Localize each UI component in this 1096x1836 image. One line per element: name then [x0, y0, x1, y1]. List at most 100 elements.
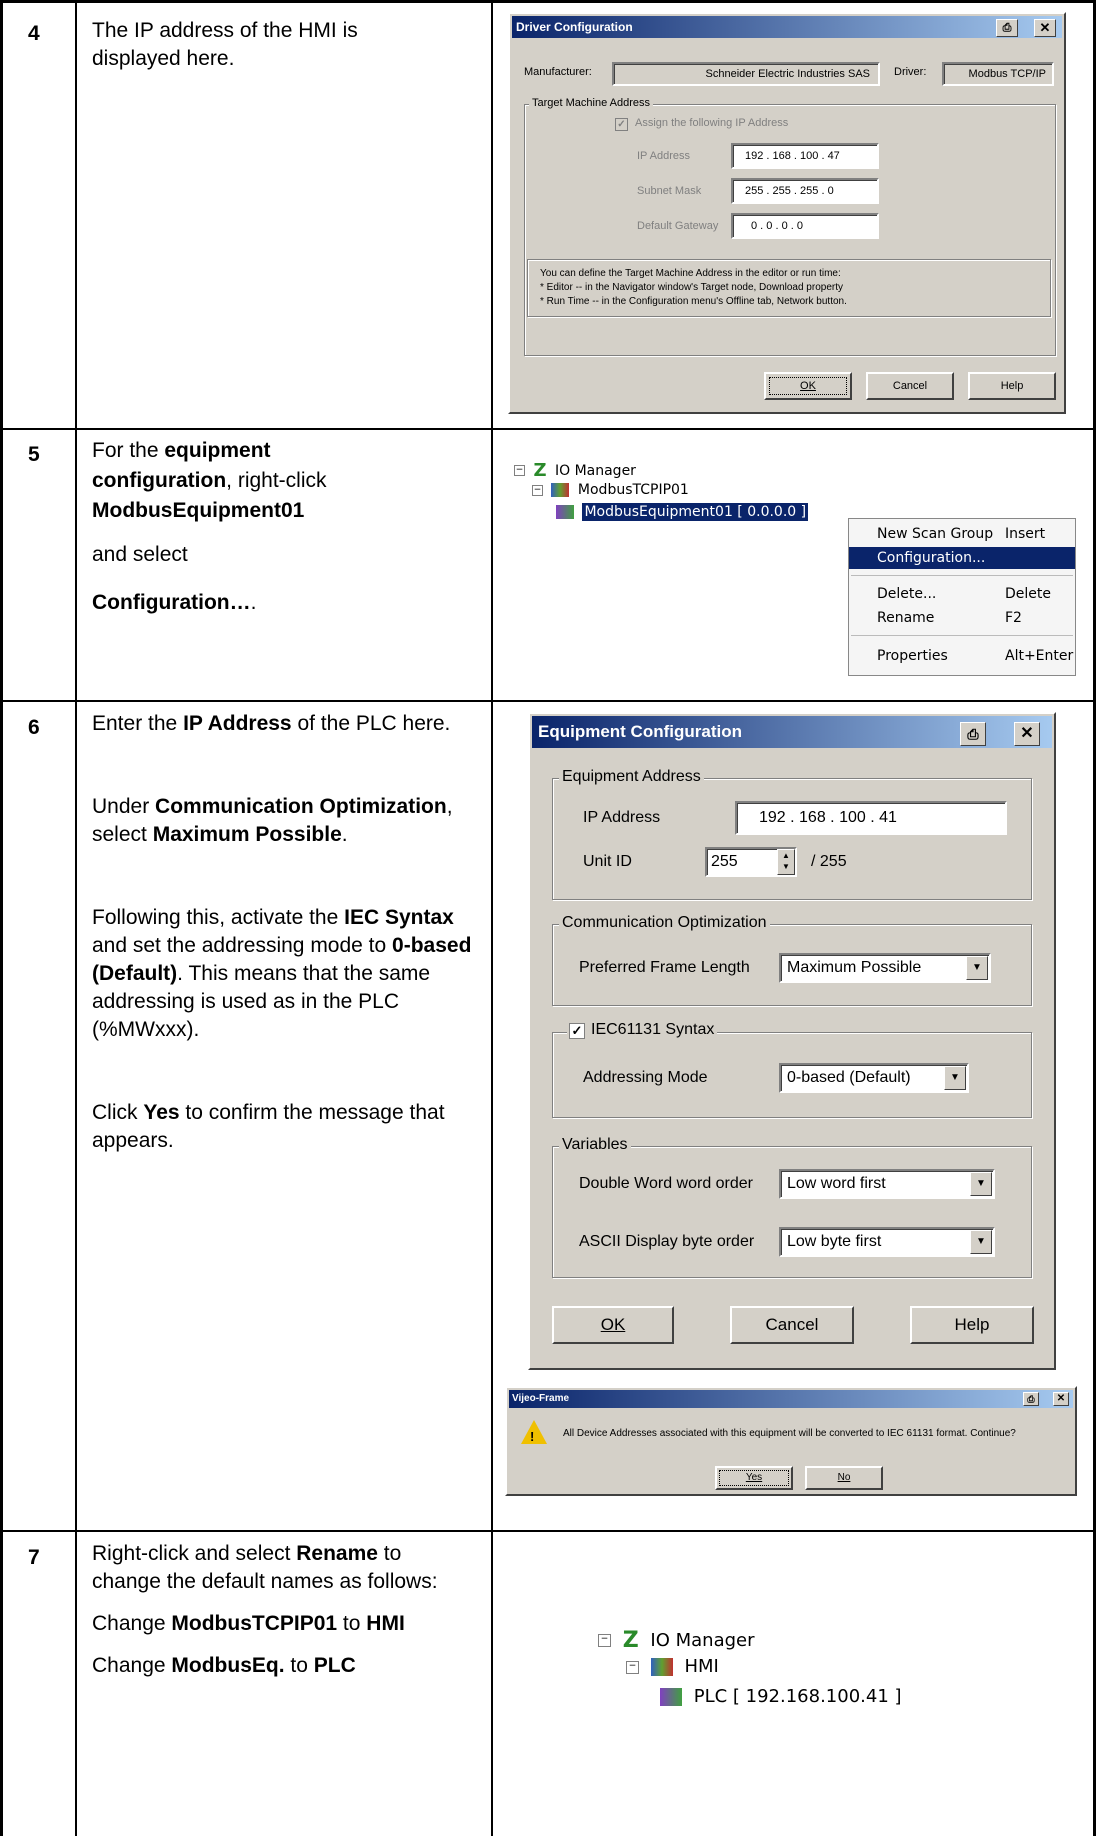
bold-text: Maximum Possible [152, 823, 342, 846]
bold-text: IEC Syntax [344, 906, 454, 929]
menu-item-label: New Scan Group [877, 526, 994, 542]
chevron-down-icon[interactable]: ▼ [944, 1066, 966, 1090]
cancel-button[interactable]: Cancel [730, 1306, 854, 1344]
ip-address-label: IP Address [583, 809, 661, 826]
close-icon[interactable]: ✕ [1053, 1392, 1069, 1406]
iec-syntax-checkbox[interactable]: ✓ [569, 1023, 585, 1039]
ip-address-field[interactable]: 192 . 168 . 100 . 47 [731, 143, 879, 169]
close-icon[interactable]: ✕ [1034, 19, 1056, 37]
collapse-icon[interactable]: − [532, 484, 543, 496]
close-icon[interactable]: ✕ [1014, 722, 1040, 746]
print-icon[interactable]: ⎙ [960, 722, 986, 746]
tree-node-label-selected: ModbusEquipment01 [ 0.0.0.0 ] [582, 503, 809, 521]
tree-node-driver[interactable]: − HMI [626, 1656, 719, 1677]
help-label: Help [1000, 380, 1024, 392]
variables-group: Variables Double Word word order Low wor… [552, 1136, 1032, 1278]
info-line: * Run Time -- in the Configuration menu'… [540, 296, 847, 307]
ip-address-field[interactable]: 192 . 168 . 100 . 41 [735, 801, 1007, 835]
yes-button[interactable]: Yes [715, 1466, 793, 1490]
bold-text: ModbusEquipment01 [92, 499, 305, 522]
text-run: , right-click [226, 469, 327, 492]
print-icon[interactable]: ⎙ [1023, 1392, 1039, 1406]
step-description: For the equipment configuration, right-c… [92, 437, 482, 619]
tree-node-label: ModbusTCPIP01 [577, 482, 689, 498]
dword-order-label: Double Word word order [579, 1175, 754, 1192]
manufacturer-label: Manufacturer: [524, 66, 592, 78]
info-box: You can define the Target Machine Addres… [527, 259, 1051, 317]
tree-node-label: HMI [684, 1656, 719, 1677]
dword-order-select[interactable]: Low word first ▼ [779, 1169, 995, 1199]
cancel-label: Cancel [765, 1315, 819, 1334]
equipment-icon [660, 1688, 682, 1706]
table-row-divider [0, 1530, 1096, 1532]
ok-label: OK [600, 1315, 626, 1334]
text-run: to [337, 1612, 367, 1635]
help-button[interactable]: Help [968, 372, 1056, 400]
collapse-icon[interactable]: − [598, 1634, 611, 1647]
table-col-divider-2 [491, 0, 493, 1836]
menu-item-label: Properties [877, 648, 948, 664]
ok-button[interactable]: OK [764, 372, 852, 400]
io-manager-icon: Z [622, 1628, 639, 1653]
default-gateway-field[interactable]: 0 . 0 . 0 . 0 [731, 213, 879, 239]
menu-separator [851, 575, 1073, 576]
tree-node-root[interactable]: − Z IO Manager [514, 460, 636, 481]
table-col-divider-1 [75, 0, 77, 1836]
ok-button[interactable]: OK [552, 1306, 674, 1344]
frame-length-select[interactable]: Maximum Possible ▼ [779, 953, 991, 983]
driver-icon [650, 1658, 673, 1676]
bold-text: Communication Optimization [155, 795, 447, 818]
step-number: 4 [28, 22, 40, 45]
ascii-order-select[interactable]: Low byte first ▼ [779, 1227, 995, 1257]
chevron-down-icon[interactable]: ▼ [970, 1230, 992, 1254]
bold-text: Rename [296, 1542, 378, 1565]
menu-item-properties[interactable]: Properties Alt+Enter [849, 645, 1075, 667]
bold-text: Configuration… [92, 591, 251, 614]
subnet-mask-field[interactable]: 255 . 255 . 255 . 0 [731, 178, 879, 204]
cancel-label: Cancel [892, 380, 928, 392]
chevron-down-icon[interactable]: ▼ [966, 956, 988, 980]
text-line: Configuration…. [92, 589, 482, 619]
print-icon[interactable]: ⎙ [996, 19, 1018, 37]
addressing-mode-select[interactable]: 0-based (Default) ▼ [779, 1063, 969, 1093]
equipment-address-group: Equipment Address IP Address 192 . 168 .… [552, 768, 1032, 900]
step-text: The IP address of the HMI is displayed h… [92, 19, 358, 70]
menu-item-rename[interactable]: Rename F2 [849, 607, 1075, 629]
driver-label: Driver: [894, 66, 927, 78]
target-machine-address-group: Target Machine Address ✓ Assign the foll… [524, 97, 1056, 356]
tree-node-label: PLC [ 192.168.100.41 ] [693, 1686, 902, 1707]
default-gateway-label: Default Gateway [637, 220, 719, 232]
menu-item-label: Configuration... [877, 550, 986, 566]
collapse-icon[interactable]: − [514, 465, 525, 476]
context-menu: New Scan Group Insert Configuration... De… [848, 518, 1076, 676]
paragraph: Change ModbusEq. to PLC [92, 1652, 472, 1680]
unit-id-spinner[interactable]: ▲ ▼ [777, 849, 795, 875]
text-line: configuration, right-click [92, 467, 482, 497]
text-run: Click [92, 1101, 144, 1124]
cancel-button[interactable]: Cancel [866, 372, 954, 400]
assign-ip-checkbox[interactable]: ✓ [615, 118, 628, 131]
help-button[interactable]: Help [910, 1306, 1034, 1344]
menu-item-shortcut: Alt+Enter [1005, 648, 1074, 664]
collapse-icon[interactable]: − [626, 1660, 639, 1674]
tree-node-equipment[interactable]: ModbusEquipment01 [ 0.0.0.0 ] [556, 503, 809, 521]
no-button[interactable]: No [805, 1466, 883, 1490]
paragraph: Under Communication Optimization, select… [92, 793, 472, 849]
group-title: Target Machine Address [529, 97, 654, 109]
text-run: and set the addressing mode to [92, 934, 393, 957]
menu-item-new-scan-group[interactable]: New Scan Group Insert [849, 523, 1075, 545]
paragraph: Following this, activate the IEC Syntax … [92, 904, 472, 1044]
chevron-down-icon[interactable]: ▼ [970, 1172, 992, 1196]
tree-node-equipment[interactable]: PLC [ 192.168.100.41 ] [660, 1686, 902, 1707]
iec-syntax-label: IEC61131 Syntax [591, 1021, 715, 1038]
group-title: Equipment Address [559, 768, 704, 786]
tree-node-root[interactable]: − Z IO Manager [598, 1628, 755, 1653]
text-line: and select [92, 541, 482, 589]
menu-item-configuration[interactable]: Configuration... [849, 547, 1075, 569]
addressing-mode-label: Addressing Mode [583, 1069, 708, 1086]
vijeo-frame-messagebox: Vijeo-Frame ⎙ ✕ ! All Device Addresses a… [505, 1386, 1077, 1496]
tree-node-driver[interactable]: − ModbusTCPIP01 [532, 482, 689, 498]
paragraph: Change ModbusTCPIP01 to HMI [92, 1610, 472, 1638]
menu-item-delete[interactable]: Delete... Delete [849, 583, 1075, 605]
step-description: The IP address of the HMI is displayed h… [92, 17, 452, 73]
